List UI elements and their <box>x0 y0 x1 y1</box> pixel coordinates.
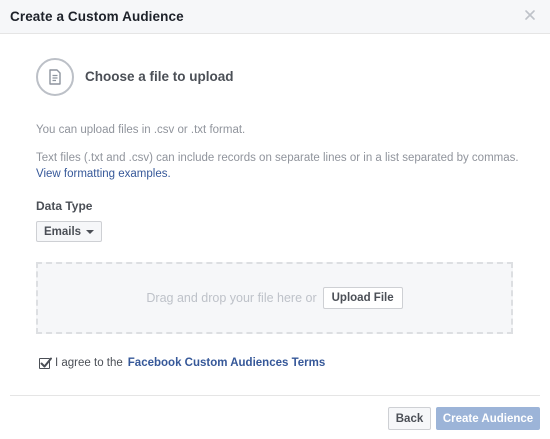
create-custom-audience-dialog: Create a Custom Audience Choose a file t… <box>0 0 550 439</box>
format-note: You can upload files in .csv or .txt for… <box>36 124 246 136</box>
document-icon <box>36 58 74 96</box>
data-type-selected-value: Emails <box>44 225 82 238</box>
dialog-header: Create a Custom Audience <box>0 0 550 34</box>
formatting-examples-link[interactable]: View formatting examples. <box>36 168 171 180</box>
data-type-select[interactable]: Emails <box>36 221 103 242</box>
back-button[interactable]: Back <box>388 407 431 430</box>
terms-agreement-row: I agree to the Facebook Custom Audiences… <box>39 357 325 369</box>
terms-checkbox[interactable] <box>39 357 52 369</box>
checkmark-icon <box>40 357 52 367</box>
file-dropzone[interactable]: Drag and drop your file here or Upload F… <box>36 262 513 334</box>
formatting-examples-row: View formatting examples. <box>36 168 171 180</box>
create-audience-button[interactable]: Create Audience <box>436 407 540 430</box>
terms-prefix: I agree to the <box>55 357 123 369</box>
dropzone-text: Drag and drop your file here or <box>146 291 317 305</box>
records-note: Text files (.txt and .csv) can include r… <box>36 152 519 164</box>
data-type-label: Data Type <box>36 199 93 213</box>
close-icon[interactable] <box>522 7 538 23</box>
chevron-down-icon <box>86 230 95 234</box>
dialog-title: Create a Custom Audience <box>10 9 184 24</box>
footer-divider <box>10 395 540 396</box>
upload-heading: Choose a file to upload <box>85 69 234 84</box>
upload-file-button[interactable]: Upload File <box>322 287 403 309</box>
terms-link[interactable]: Facebook Custom Audiences Terms <box>128 357 325 369</box>
